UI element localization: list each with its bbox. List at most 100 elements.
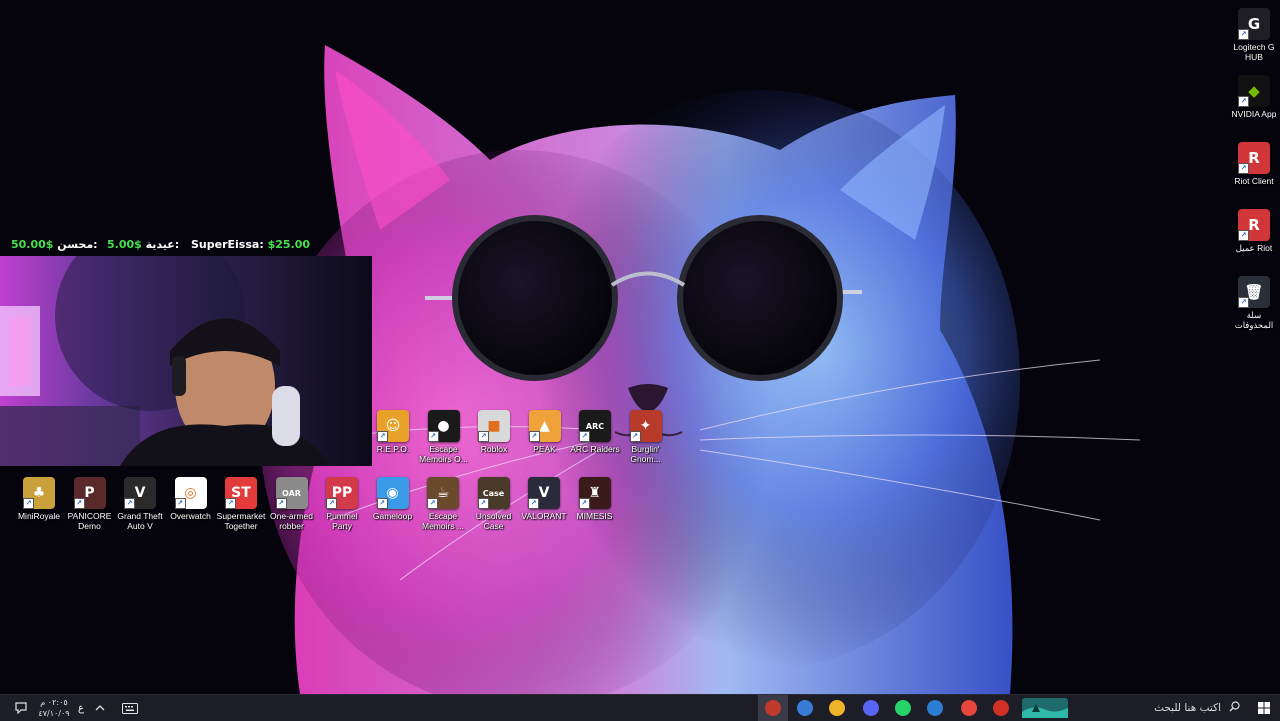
icon-glyph: ☕ bbox=[436, 485, 450, 501]
shortcut-arrow-icon: ↗ bbox=[478, 431, 489, 442]
news-widget[interactable] bbox=[1020, 695, 1070, 721]
icon-glyph: ✦ bbox=[639, 418, 652, 434]
desktop-shortcut-label: Roblox bbox=[480, 444, 508, 454]
desktop-shortcut[interactable]: G ↗ Logitech G HUB bbox=[1229, 8, 1279, 62]
start-button[interactable] bbox=[1252, 695, 1276, 721]
folder-icon bbox=[829, 700, 845, 716]
icon-glyph: P bbox=[84, 485, 95, 501]
taskbar-app-button[interactable] bbox=[986, 695, 1016, 721]
taskbar-app-button[interactable] bbox=[888, 695, 918, 721]
desktop-shortcut-label: PANICORE Demo bbox=[67, 511, 112, 531]
desktop-shortcut[interactable]: ♜ ↗ MIMESIS bbox=[570, 477, 620, 521]
chevron-up-icon bbox=[95, 705, 105, 711]
desktop-shortcut[interactable]: ST ↗ Supermarket Together bbox=[216, 477, 266, 531]
desktop-shortcut[interactable]: P ↗ PANICORE Demo bbox=[65, 477, 115, 531]
shortcut-arrow-icon: ↗ bbox=[73, 498, 85, 509]
desktop-shortcut[interactable]: ■ ↗ Roblox bbox=[469, 410, 519, 454]
desktop-shortcut[interactable]: ARC ↗ ARC Raiders bbox=[570, 410, 620, 454]
icon-glyph: ♜ bbox=[588, 485, 601, 501]
shortcut-arrow-icon: ↗ bbox=[1238, 96, 1249, 107]
donation-name: محسن: bbox=[57, 238, 98, 251]
language-indicator[interactable]: ع bbox=[74, 695, 88, 721]
icon-glyph: V bbox=[134, 485, 146, 501]
desktop-shortcut[interactable]: ◉ ↗ Gameloop bbox=[368, 477, 418, 521]
discord-icon bbox=[863, 700, 879, 716]
notification-center-button[interactable] bbox=[8, 695, 34, 721]
icon-glyph: ◆ bbox=[1248, 82, 1260, 100]
taskbar-app-button[interactable] bbox=[920, 695, 950, 721]
recycle-bin-icon: 🗑 ↗ bbox=[1238, 276, 1270, 308]
icon-glyph: OAR bbox=[282, 488, 301, 498]
icon-glyph: V bbox=[538, 485, 550, 501]
desktop-shortcut[interactable]: OAR ↗ One-armed robber bbox=[267, 477, 317, 531]
burglin-gnomes-icon: ✦ ↗ bbox=[629, 410, 662, 442]
landscape-widget-icon bbox=[1022, 698, 1068, 718]
touch-keyboard-button[interactable] bbox=[118, 695, 142, 721]
webcam-feed bbox=[0, 256, 372, 466]
taskbar-app-button[interactable] bbox=[856, 695, 886, 721]
desktop-shortcut[interactable]: ● ↗ Escape Memoirs O... bbox=[419, 410, 469, 464]
icon-glyph: R bbox=[1248, 149, 1260, 167]
donation-entry: 5.00$ عيدية: bbox=[107, 238, 179, 251]
mimesis-icon: ♜ ↗ bbox=[578, 477, 611, 509]
desktop-shortcut[interactable]: 🗑 ↗ سلة المحذوفات bbox=[1229, 276, 1279, 330]
desktop-shortcut-label: ARC Raiders bbox=[570, 444, 620, 454]
riot-client-icon: R ↗ bbox=[1238, 142, 1270, 174]
taskbar-search-box[interactable]: اكتب هنا للبحث bbox=[1120, 695, 1248, 721]
supermarket-together-icon: ST ↗ bbox=[225, 477, 257, 509]
icon-glyph: ARC bbox=[585, 421, 605, 431]
icon-glyph: G bbox=[1247, 15, 1261, 33]
desktop-shortcut[interactable]: ♣ ↗ MiniRoyale bbox=[14, 477, 64, 521]
chrome-icon bbox=[961, 700, 977, 716]
desktop-shortcut[interactable]: V ↗ VALORANT bbox=[519, 477, 569, 521]
icon-glyph: ■ bbox=[487, 418, 501, 434]
shortcut-arrow-icon: ↗ bbox=[1238, 29, 1249, 40]
shortcut-arrow-icon: ↗ bbox=[124, 498, 135, 509]
mail-icon bbox=[927, 700, 943, 716]
desktop-shortcut[interactable]: ◆ ↗ NVIDIA App bbox=[1229, 75, 1279, 119]
taskbar-clock[interactable]: ٠٢:٠٥ م ٤٧/١٠/٠٩ bbox=[34, 697, 74, 719]
notification-icon bbox=[15, 702, 27, 714]
taskbar-app-button[interactable] bbox=[822, 695, 852, 721]
shortcut-arrow-icon: ↗ bbox=[1238, 230, 1249, 241]
repo-game-icon: ☺ ↗ bbox=[377, 410, 409, 442]
desktop-shortcut-label: سلة المحذوفات bbox=[1234, 310, 1274, 330]
search-icon bbox=[1229, 701, 1240, 715]
logitech-g-hub-icon: G ↗ bbox=[1238, 8, 1270, 40]
icon-glyph: Case bbox=[482, 488, 505, 498]
taskbar-app-button[interactable] bbox=[954, 695, 984, 721]
desktop-shortcut[interactable]: R ↗ عميل Riot bbox=[1229, 209, 1279, 253]
shortcut-arrow-icon: ↗ bbox=[528, 431, 540, 442]
miniroyale-icon: ♣ ↗ bbox=[23, 477, 55, 509]
desktop-shortcut-label: One-armed robber bbox=[270, 511, 313, 531]
search-placeholder: اكتب هنا للبحث bbox=[1154, 702, 1221, 714]
desktop-shortcut-label: R.E.P.O. bbox=[376, 444, 410, 454]
desktop-shortcut-label: Gameloop bbox=[372, 511, 413, 521]
desktop-shortcut[interactable]: ☕ ↗ Escape Memoirs ... bbox=[418, 477, 468, 531]
roblox-icon: ■ ↗ bbox=[478, 410, 510, 442]
shortcut-arrow-icon: ↗ bbox=[174, 498, 186, 509]
desktop-shortcut-label: Logitech G HUB bbox=[1233, 42, 1275, 62]
desktop-shortcut[interactable]: ☺ ↗ R.E.P.O. bbox=[368, 410, 418, 454]
desktop-shortcut-label: Pummel Party bbox=[326, 511, 358, 531]
taskbar-app-button[interactable] bbox=[790, 695, 820, 721]
desktop-shortcut[interactable]: V ↗ Grand Theft Auto V bbox=[115, 477, 165, 531]
desktop-shortcut[interactable]: ◎ ↗ Overwatch bbox=[166, 477, 216, 521]
donation-amount: 5.00$ bbox=[107, 238, 142, 251]
desktop-shortcut[interactable]: Case ↗ Unsolved Case bbox=[469, 477, 519, 531]
icon-glyph: ◎ bbox=[184, 485, 197, 501]
tray-overflow-button[interactable] bbox=[92, 695, 108, 721]
overwatch-icon: ◎ ↗ bbox=[174, 477, 207, 509]
taskbar-app-button[interactable] bbox=[758, 695, 788, 721]
desktop-shortcut-label: MiniRoyale bbox=[17, 511, 61, 521]
shortcut-arrow-icon: ↗ bbox=[23, 498, 34, 509]
escape-memoirs-icon: ● ↗ bbox=[427, 410, 460, 442]
desktop-shortcut-label: NVIDIA App bbox=[1231, 109, 1277, 119]
peak-game-icon: ▲ ↗ bbox=[528, 410, 561, 442]
desktop-shortcut[interactable]: ✦ ↗ Burglin' Gnom... bbox=[621, 410, 671, 464]
icon-glyph: ♣ bbox=[32, 485, 46, 501]
desktop-shortcut[interactable]: ▲ ↗ PEAK bbox=[520, 410, 570, 454]
desktop-shortcut[interactable]: R ↗ Riot Client bbox=[1229, 142, 1279, 186]
desktop-shortcut[interactable]: PP ↗ Pummel Party bbox=[317, 477, 367, 531]
donation-name: SuperEissa: bbox=[191, 238, 264, 251]
